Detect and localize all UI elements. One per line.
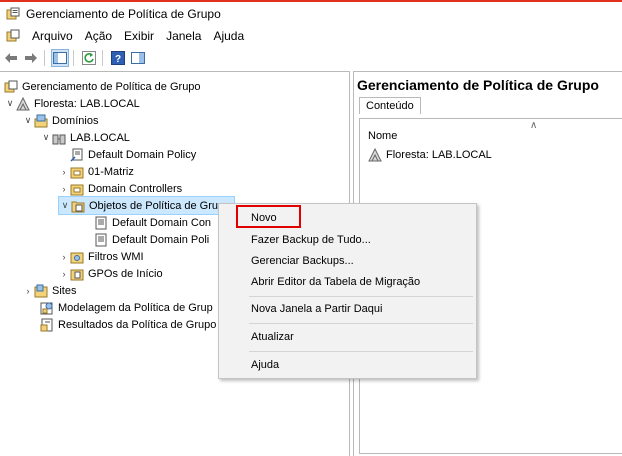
menu-janela[interactable]: Janela xyxy=(160,29,207,43)
tree-item-domains[interactable]: ∨ Domínios xyxy=(22,112,98,129)
highlight-box xyxy=(236,205,301,228)
tree-label-gpo-2: Default Domain Poli xyxy=(112,233,210,246)
refresh-icon[interactable] xyxy=(80,49,98,67)
tree-label-domain: LAB.LOCAL xyxy=(70,131,130,144)
modeling-icon xyxy=(40,302,53,314)
help-icon[interactable]: ? xyxy=(109,49,127,67)
gpo-icon xyxy=(95,216,107,229)
tree-label-root: Gerenciamento de Política de Grupo xyxy=(22,80,201,93)
tree-item-forest[interactable]: ∨ Floresta: LAB.LOCAL xyxy=(4,95,140,112)
chevron-down-icon[interactable]: ∨ xyxy=(40,132,52,143)
tree-label-wmi: Filtros WMI xyxy=(88,250,144,263)
menu-separator xyxy=(249,323,473,324)
toolbar: ? xyxy=(0,47,622,69)
starter-gpo-folder-icon xyxy=(70,269,84,280)
system-menu-icon[interactable] xyxy=(6,29,20,43)
menu-bar: Arquivo Ação Exibir Janela Ajuda xyxy=(0,26,622,46)
toolbar-separator xyxy=(44,50,45,66)
svg-text:?: ? xyxy=(115,54,121,65)
tree-label-forest: Floresta: LAB.LOCAL xyxy=(34,97,140,110)
menu-item-migration-editor[interactable]: Abrir Editor da Tabela de Migração xyxy=(251,276,420,288)
forest-icon xyxy=(368,148,382,162)
tree-label-gpo-folder: Objetos de Política de Grupo xyxy=(89,199,231,212)
tree-item-matriz[interactable]: › 01-Matriz xyxy=(58,163,134,180)
chevron-right-icon[interactable]: › xyxy=(58,252,70,262)
content-title: Gerenciamento de Política de Grupo xyxy=(357,77,599,93)
tree-label-default-policy: Default Domain Policy xyxy=(88,148,197,161)
wmi-folder-icon xyxy=(70,252,84,263)
menu-acao[interactable]: Ação xyxy=(79,29,118,43)
title-bar: Gerenciamento de Política de Grupo xyxy=(0,2,622,26)
tree-item-wmi[interactable]: › Filtros WMI xyxy=(58,248,144,265)
gpo-folder-icon xyxy=(71,201,85,212)
toolbar-separator xyxy=(73,50,74,66)
tree-item-domain[interactable]: ∨ LAB.LOCAL xyxy=(40,129,130,146)
tree-label-domains: Domínios xyxy=(52,114,99,127)
chevron-right-icon[interactable]: › xyxy=(58,269,70,279)
chevron-down-icon[interactable]: ∨ xyxy=(59,200,71,211)
list-item-label: Floresta: LAB.LOCAL xyxy=(386,149,492,161)
gpmc-root-icon xyxy=(4,80,18,92)
forward-arrow-icon[interactable] xyxy=(22,49,40,67)
tree-item-starter-gpos[interactable]: › GPOs de Início xyxy=(58,265,163,282)
gpo-icon xyxy=(95,233,107,246)
results-icon xyxy=(40,318,53,331)
menu-item-manage-backups[interactable]: Gerenciar Backups... xyxy=(251,255,354,267)
menu-item-refresh[interactable]: Atualizar xyxy=(251,331,294,343)
window-title: Gerenciamento de Política de Grupo xyxy=(26,7,221,21)
column-header-nome[interactable]: Nome xyxy=(368,130,397,142)
tree-label-modeling: Modelagem da Política de Grup xyxy=(58,301,213,314)
tree-item-modeling[interactable]: Modelagem da Política de Grup xyxy=(40,299,213,316)
back-arrow-icon[interactable] xyxy=(2,49,20,67)
tree-item-root[interactable]: Gerenciamento de Política de Grupo xyxy=(4,78,201,95)
tree-label-matriz: 01-Matriz xyxy=(88,165,134,178)
ou-folder-icon xyxy=(70,167,84,178)
tree-item-default-policy[interactable]: Default Domain Policy xyxy=(70,146,196,163)
gpo-link-icon xyxy=(70,148,83,162)
tree-label-starter-gpos: GPOs de Início xyxy=(88,267,163,280)
tree-label-gpo-1: Default Domain Con xyxy=(112,216,212,229)
show-hide-tree-icon[interactable] xyxy=(51,49,69,67)
tree-label-results: Resultados da Política de Grupo xyxy=(58,318,217,331)
menu-arquivo[interactable]: Arquivo xyxy=(26,29,79,43)
menu-item-help[interactable]: Ajuda xyxy=(251,359,279,371)
domain-icon xyxy=(52,134,66,144)
list-item-forest[interactable]: Floresta: LAB.LOCAL xyxy=(368,148,492,162)
menu-exibir[interactable]: Exibir xyxy=(118,29,160,43)
ou-folder-icon xyxy=(70,184,84,195)
tree-label-sites: Sites xyxy=(52,284,77,297)
chevron-down-icon[interactable]: ∨ xyxy=(22,115,34,126)
menu-item-backup-all[interactable]: Fazer Backup de Tudo... xyxy=(251,234,371,246)
menu-separator xyxy=(249,296,473,297)
chevron-down-icon[interactable]: ∨ xyxy=(4,98,16,109)
toolbar-separator xyxy=(102,50,103,66)
chevron-right-icon[interactable]: › xyxy=(22,286,34,296)
menu-ajuda[interactable]: Ajuda xyxy=(207,29,250,43)
tree-item-gpo-2[interactable]: Default Domain Poli xyxy=(94,231,209,248)
context-menu: Novo Fazer Backup de Tudo... Gerenciar B… xyxy=(218,203,477,379)
tab-conteudo[interactable]: Conteúdo xyxy=(359,97,421,114)
gpmc-app-icon xyxy=(6,7,20,20)
properties-pane-icon[interactable] xyxy=(129,49,147,67)
tree-item-results[interactable]: Resultados da Política de Grupo xyxy=(40,316,216,333)
domains-icon xyxy=(34,114,48,127)
tree-item-gpo-folder[interactable]: ∨ Objetos de Política de Grupo xyxy=(58,196,236,215)
menu-separator xyxy=(249,351,473,352)
chevron-right-icon[interactable]: › xyxy=(58,167,70,177)
tree-item-sites[interactable]: › Sites xyxy=(22,282,76,299)
tree-label-domain-controllers: Domain Controllers xyxy=(88,182,183,195)
tree-item-domain-controllers[interactable]: › Domain Controllers xyxy=(58,180,182,197)
forest-icon xyxy=(16,96,30,110)
tree-item-gpo-1[interactable]: Default Domain Con xyxy=(94,214,211,231)
sort-indicator-icon: ∧ xyxy=(530,120,538,131)
chevron-right-icon[interactable]: › xyxy=(58,184,70,194)
menu-item-new-window[interactable]: Nova Janela a Partir Daqui xyxy=(251,303,382,315)
sites-icon xyxy=(34,284,48,297)
